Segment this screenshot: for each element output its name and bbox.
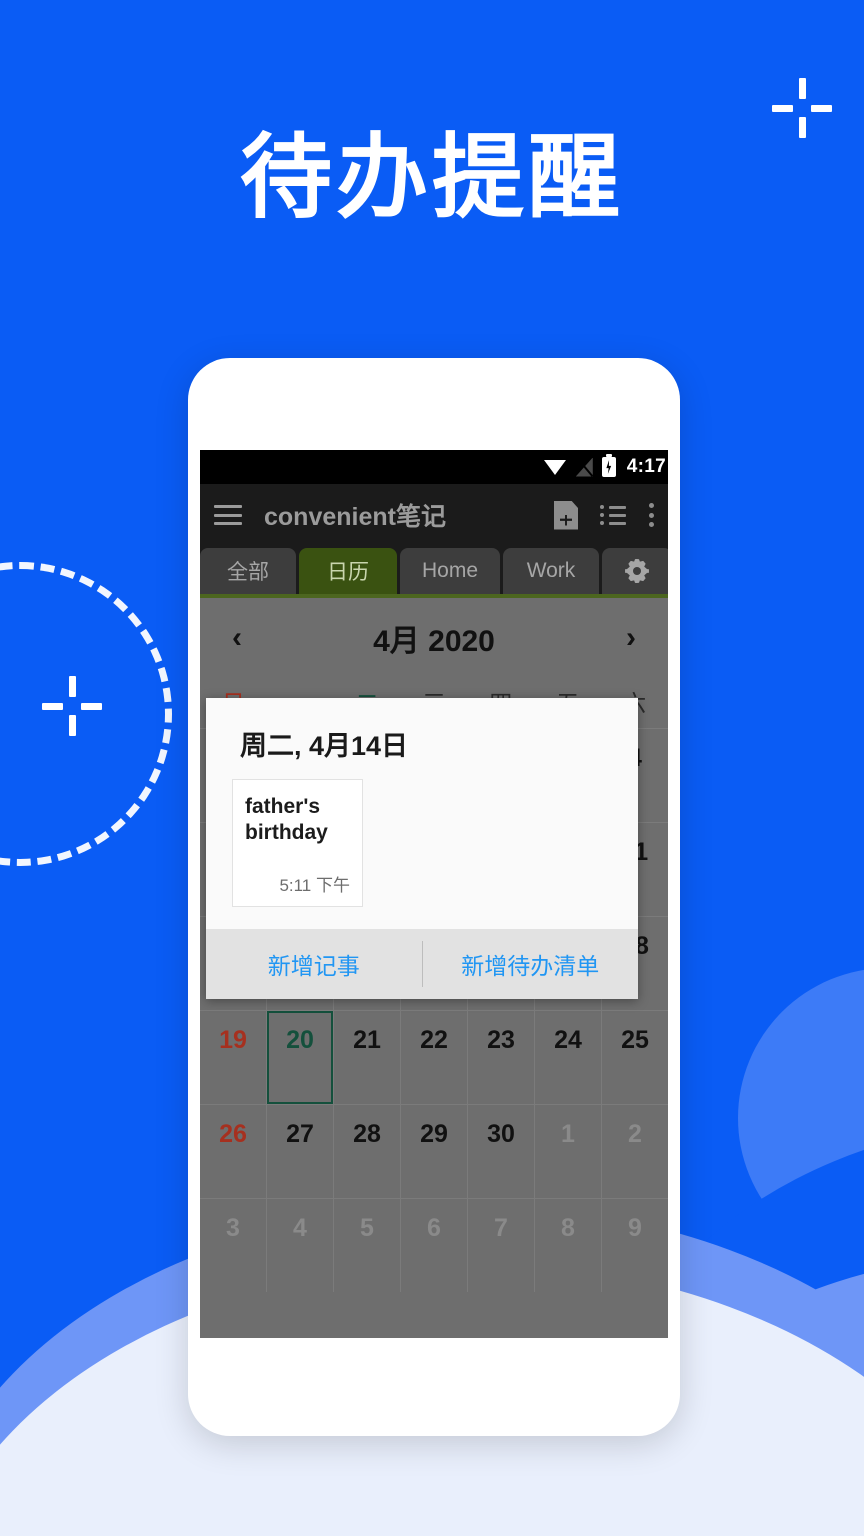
calendar-day-cell[interactable]: 24 [535,1011,602,1104]
calendar-day-cell[interactable]: 25 [602,1011,668,1104]
phone-screen: 4:17 convenient笔记 全部 日历 Home Work ‹ 4月 2… [200,450,668,1338]
overflow-menu-icon[interactable] [648,503,654,527]
calendar-day-cell[interactable]: 9 [602,1199,668,1292]
gear-icon [625,559,649,583]
calendar-day-number: 2 [628,1120,642,1148]
tab-work[interactable]: Work [503,548,599,594]
calendar-day-number: 6 [427,1214,441,1242]
dialog-title: 周二, 4月14日 [240,731,409,761]
calendar-week-row: 26 27 28 29 30 1 2 [200,1104,668,1198]
calendar-day-number: 19 [219,1026,247,1054]
tab-bar: 全部 日历 Home Work [200,546,668,598]
calendar-day-cell[interactable]: 27 [267,1105,334,1198]
calendar-header: ‹ 4月 2020 › [200,602,668,674]
next-month-button[interactable]: › [620,623,642,653]
status-bar-clock: 4:17 [626,456,666,477]
calendar-day-number: 23 [487,1026,515,1054]
app-title: convenient笔记 [264,503,446,531]
calendar-day-number: 27 [286,1120,314,1148]
calendar-day-number: 21 [353,1026,381,1054]
calendar-day-number: 5 [360,1214,374,1242]
signal-off-icon [576,458,593,477]
crosshair-top-right-icon [772,78,832,138]
calendar-day-number: 20 [286,1026,314,1054]
battery-charging-icon [601,454,616,477]
calendar-week-row: 3 4 5 6 7 8 9 [200,1198,668,1292]
calendar-day-number: 28 [353,1120,381,1148]
calendar-day-number: 1 [561,1120,575,1148]
calendar-day-cell[interactable]: 30 [468,1105,535,1198]
calendar-day-number: 29 [420,1120,448,1148]
dialog-body: father's birthday 5:11 下午 [206,779,638,929]
poster-canvas: 待办提醒 4:17 convenient笔记 全部 日历 Home Work ‹… [0,0,864,1536]
event-card[interactable]: father's birthday 5:11 下午 [232,779,363,907]
calendar-day-cell[interactable]: 28 [334,1105,401,1198]
tab-calendar[interactable]: 日历 [299,548,397,594]
tab-home[interactable]: Home [400,548,500,594]
calendar-day-number: 26 [219,1120,247,1148]
app-action-bar: convenient笔记 [200,484,668,546]
calendar-month-title: 4月 2020 [373,625,495,658]
calendar-day-cell[interactable]: 2 [602,1105,668,1198]
calendar-day-cell[interactable]: 6 [401,1199,468,1292]
calendar-day-number: 24 [554,1026,582,1054]
day-detail-dialog: 周二, 4月14日 father's birthday 5:11 下午 新增记事… [206,698,638,999]
calendar-day-cell[interactable]: 21 [334,1011,401,1104]
calendar-day-cell[interactable]: 23 [468,1011,535,1104]
wifi-icon [543,459,567,475]
calendar-day-cell[interactable]: 8 [535,1199,602,1292]
calendar-day-cell[interactable]: 7 [468,1199,535,1292]
calendar-day-number: 8 [561,1214,575,1242]
calendar-week-row: 19 20 21 22 23 24 25 [200,1010,668,1104]
calendar-day-cell[interactable]: 3 [200,1199,267,1292]
calendar-day-cell[interactable]: 19 [200,1011,267,1104]
prev-month-button[interactable]: ‹ [226,623,248,653]
calendar-day-cell[interactable]: 4 [267,1199,334,1292]
hamburger-icon[interactable] [214,505,242,525]
calendar-day-cell[interactable]: 22 [401,1011,468,1104]
event-title: father's birthday [245,795,328,845]
calendar-day-number: 30 [487,1120,515,1148]
tab-settings[interactable] [602,548,668,594]
calendar-day-number: 9 [628,1214,642,1242]
dialog-action-bar: 新增记事 新增待办清单 [206,929,638,999]
calendar-day-cell[interactable]: 5 [334,1199,401,1292]
page-title: 待办提醒 [239,127,624,229]
calendar-day-number: 22 [420,1026,448,1054]
crosshair-left-icon [42,676,102,736]
add-todo-list-button[interactable]: 新增待办清单 [423,947,639,981]
calendar-day-cell[interactable]: 29 [401,1105,468,1198]
calendar-day-cell[interactable]: 20 [267,1011,334,1104]
list-view-icon[interactable] [600,505,626,525]
phone-mockup: 4:17 convenient笔记 全部 日历 Home Work ‹ 4月 2… [188,358,680,1436]
calendar-day-number: 25 [621,1026,649,1054]
new-document-icon[interactable] [554,500,578,530]
event-time: 5:11 下午 [279,876,350,895]
status-bar: 4:17 [200,450,668,484]
calendar-day-number: 3 [226,1214,240,1242]
calendar-day-number: 7 [494,1214,508,1242]
calendar-day-number: 4 [293,1214,307,1242]
calendar-day-cell[interactable]: 26 [200,1105,267,1198]
add-note-button[interactable]: 新增记事 [206,947,422,981]
tab-all[interactable]: 全部 [200,548,296,594]
calendar-day-cell[interactable]: 1 [535,1105,602,1198]
